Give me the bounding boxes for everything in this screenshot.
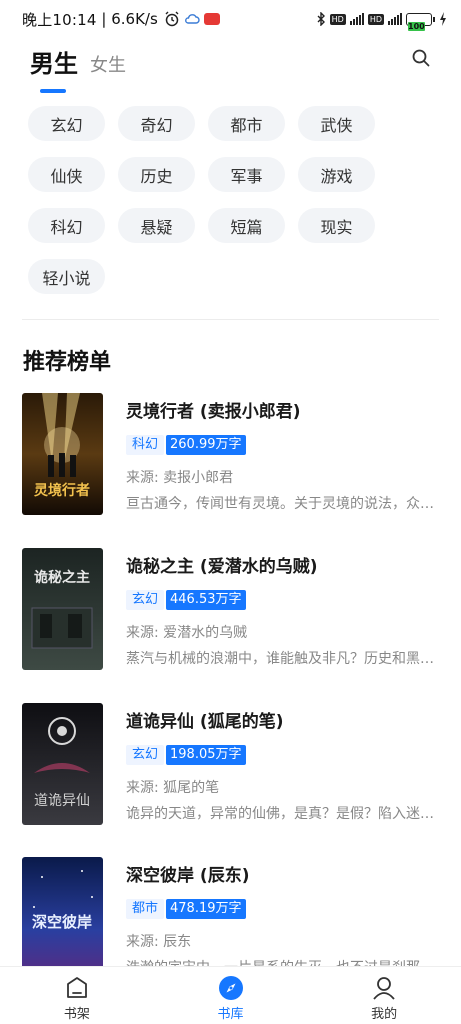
book-genre-tag: 玄幻 <box>126 590 165 610</box>
section-title: 推荐榜单 <box>23 350 112 375</box>
book-description: 亘古通今，传闻世有灵境。关于灵境的说法，众说纷纭 <box>126 496 438 512</box>
nav-mine-label: 我的 <box>371 1007 398 1022</box>
book-cover[interactable]: 灵境行者 <box>22 393 103 515</box>
charging-icon <box>440 12 446 26</box>
gender-tabs: 男生 女生 <box>30 44 126 93</box>
cover-title: 深空彼岸 <box>32 913 92 931</box>
book-title[interactable]: 灵境行者 (卖报小郎君) <box>126 397 442 422</box>
divider <box>22 319 439 320</box>
book-title[interactable]: 深空彼岸 (辰东) <box>126 861 442 886</box>
genre-chip[interactable]: 武侠 <box>298 106 375 141</box>
book-title[interactable]: 道诡异仙 (狐尾的笔) <box>126 707 442 732</box>
book-cover[interactable]: 道诡异仙 <box>22 703 103 825</box>
nav-mine[interactable]: 我的 <box>307 967 461 1024</box>
book-source: 来源: 辰东 <box>126 934 192 950</box>
battery-level: 100 <box>408 21 425 31</box>
search-icon[interactable] <box>411 48 431 68</box>
genre-chip[interactable]: 悬疑 <box>118 208 195 243</box>
genre-chip[interactable]: 历史 <box>118 157 195 192</box>
cloud-icon <box>184 14 200 24</box>
cover-title: 灵境行者 <box>34 482 90 499</box>
book-word-count: 260.99万字 <box>166 435 246 455</box>
genre-chip[interactable]: 军事 <box>208 157 285 192</box>
genre-chip[interactable]: 现实 <box>298 208 375 243</box>
genre-chip[interactable]: 短篇 <box>208 208 285 243</box>
book-genre-tag: 科幻 <box>126 435 165 455</box>
signal-icon-2 <box>388 13 402 25</box>
hd-icon: HD <box>329 13 346 25</box>
cover-title: 诡秘之主 <box>34 569 90 586</box>
tab-male[interactable]: 男生 <box>30 44 78 93</box>
book-title[interactable]: 诡秘之主 (爱潜水的乌贼) <box>126 552 442 577</box>
genre-chip[interactable]: 仙侠 <box>28 157 105 192</box>
book-item[interactable]: 灵境行者 灵境行者 (卖报小郎君) 科幻 260.99万字 来源: 卖报小郎君 … <box>22 393 442 515</box>
book-source: 来源: 狐尾的笔 <box>126 780 220 796</box>
genre-chip[interactable]: 玄幻 <box>28 106 105 141</box>
book-genre-tag: 玄幻 <box>126 745 165 765</box>
compass-icon <box>218 976 243 1000</box>
app-notification-icon <box>203 13 220 25</box>
book-genre-tag: 都市 <box>126 899 165 919</box>
nav-library-label: 书库 <box>217 1007 244 1022</box>
nav-shelf-label: 书架 <box>63 1007 90 1022</box>
book-description: 蒸汽与机械的浪潮中，谁能触及非凡？历史和黑暗的迷雾 <box>126 651 438 667</box>
genre-chip[interactable]: 都市 <box>208 106 285 141</box>
genre-chip[interactable]: 科幻 <box>28 208 105 243</box>
book-item[interactable]: 深空彼岸 深空彼岸 (辰东) 都市 478.19万字 来源: 辰东 浩瀚的宇宙中… <box>22 857 442 979</box>
bluetooth-icon <box>317 12 325 26</box>
bottom-nav: 书架 书库 我的 <box>0 966 461 1024</box>
hd-icon-2: HD <box>367 13 384 25</box>
book-description: 诡异的天道，异常的仙佛，是真？是假？陷入迷惘的李火旺 <box>126 806 438 822</box>
book-source: 来源: 卖报小郎君 <box>126 470 234 486</box>
status-separator: | <box>96 10 112 28</box>
book-item[interactable]: 诡秘之主 诡秘之主 (爱潜水的乌贼) 玄幻 446.53万字 来源: 爱潜水的乌… <box>22 548 442 670</box>
cover-title: 道诡异仙 <box>34 793 90 809</box>
genre-chip[interactable]: 奇幻 <box>118 106 195 141</box>
genre-grid: 玄幻 奇幻 都市 武侠 仙侠 历史 军事 游戏 科幻 悬疑 短篇 现实 轻小说 <box>28 106 408 294</box>
signal-icon <box>349 13 364 25</box>
bookshelf-icon <box>66 977 87 998</box>
status-bar: 晚上10:14 | 6.6K/s HD HD 100 <box>0 0 461 38</box>
book-cover[interactable]: 深空彼岸 <box>22 857 103 979</box>
battery-icon: 100 <box>406 12 435 31</box>
nav-shelf[interactable]: 书架 <box>0 967 154 1024</box>
nav-library[interactable]: 书库 <box>154 967 308 1024</box>
alarm-icon <box>165 11 179 27</box>
user-icon <box>373 977 395 1000</box>
book-source: 来源: 爱潜水的乌贼 <box>126 625 248 641</box>
tab-female[interactable]: 女生 <box>90 51 126 79</box>
book-cover[interactable]: 诡秘之主 <box>22 548 103 670</box>
book-word-count: 446.53万字 <box>166 590 246 610</box>
book-word-count: 478.19万字 <box>166 899 246 919</box>
status-time: 晚上10:14 <box>22 10 97 29</box>
book-item[interactable]: 道诡异仙 道诡异仙 (狐尾的笔) 玄幻 198.05万字 来源: 狐尾的笔 诡异… <box>22 703 442 825</box>
status-net-speed: 6.6K/s <box>111 10 158 28</box>
genre-chip[interactable]: 游戏 <box>298 157 375 192</box>
book-word-count: 198.05万字 <box>166 745 246 765</box>
genre-chip[interactable]: 轻小说 <box>28 259 105 294</box>
